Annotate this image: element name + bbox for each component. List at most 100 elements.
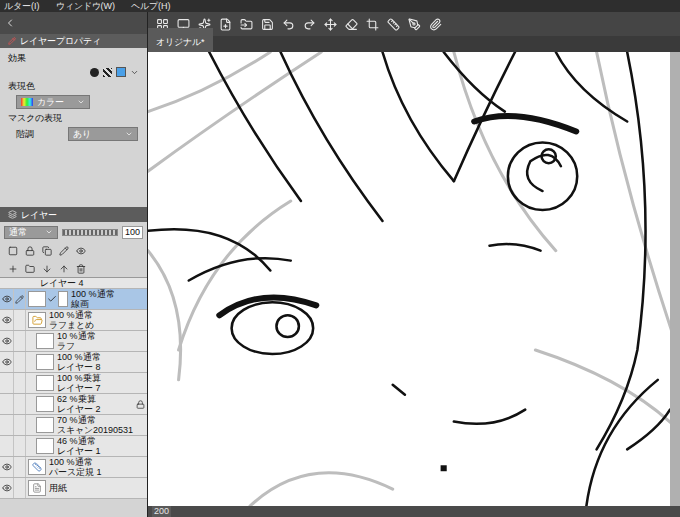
visibility-toggle[interactable]: [0, 373, 14, 393]
layer-toolbar: [0, 260, 147, 278]
visibility-toggle[interactable]: [0, 415, 14, 435]
status-bar: 200: [148, 506, 680, 517]
eye-icon: [2, 294, 12, 304]
check-icon: [47, 294, 57, 304]
visibility-toggle[interactable]: [0, 457, 14, 477]
layer-row[interactable]: 100 %通常ラフまとめ: [0, 310, 147, 331]
layer-thumbnail: [28, 459, 46, 475]
layer-name: 用紙: [49, 483, 67, 493]
layer-row[interactable]: 10 %通常ラフ: [0, 331, 147, 352]
blend-mode-dropdown[interactable]: 通常: [4, 226, 58, 239]
layer-list: レイヤー 4100 %通常線画100 %通常ラフまとめ10 %通常ラフ100 %…: [0, 278, 147, 517]
edit-column: [14, 457, 26, 477]
visibility-toggle[interactable]: [0, 289, 14, 309]
layer-thumbnail: [36, 333, 54, 349]
visibility-toggle[interactable]: [0, 331, 14, 351]
effect-color-icon[interactable]: [116, 67, 126, 77]
merge-down-icon[interactable]: [42, 264, 52, 274]
crop-icon[interactable]: [366, 18, 379, 31]
visibility-toggle[interactable]: [0, 436, 14, 456]
layer-toolbar: [0, 242, 147, 260]
opacity-slider[interactable]: [62, 229, 118, 236]
layer-row[interactable]: レイヤー 4: [0, 278, 147, 289]
gradation-label: 階調: [16, 128, 60, 140]
save-icon[interactable]: [261, 18, 274, 31]
dropdown-icon[interactable]: [130, 68, 139, 77]
lock-icon[interactable]: [25, 246, 35, 256]
paper-icon: [32, 483, 42, 493]
visibility-toggle[interactable]: [0, 352, 14, 372]
clip-icon[interactable]: [8, 246, 18, 256]
layer-mode: 100 %乗算: [57, 373, 101, 383]
gradation-dropdown[interactable]: あり: [68, 127, 138, 141]
dropdown-icon: [77, 98, 85, 106]
layer-row[interactable]: 70 %通常スキャン20190531: [0, 415, 147, 436]
layer-row[interactable]: 62 %乗算レイヤー 2: [0, 394, 147, 415]
menu-item[interactable]: ウィンドウ(W): [56, 0, 116, 12]
layer-thumbnail: [28, 480, 46, 496]
move-up-icon[interactable]: [59, 264, 69, 274]
line-art-drawing: [148, 52, 670, 506]
ruler-icon[interactable]: [387, 18, 400, 31]
reference-icon[interactable]: [42, 246, 52, 256]
menu-item[interactable]: ヘルプ(H): [131, 0, 171, 12]
clear-icon[interactable]: [345, 18, 358, 31]
open-file-icon[interactable]: [240, 18, 253, 31]
layer-row[interactable]: 46 %通常レイヤー 1: [0, 436, 147, 457]
layer-name: ラフまとめ: [49, 320, 94, 330]
eye-icon: [2, 336, 12, 346]
layer-thumbnail: [36, 417, 54, 433]
edit-column: [14, 394, 26, 414]
layer-name: レイヤー 2: [57, 404, 101, 414]
layer-row[interactable]: 100 %通常レイヤー 8: [0, 352, 147, 373]
layer-row[interactable]: 100 %乗算レイヤー 7: [0, 373, 147, 394]
layer-row[interactable]: 100 %通常線画: [0, 289, 147, 310]
canvas[interactable]: [148, 52, 670, 506]
pen-icon[interactable]: [408, 18, 421, 31]
folder-icon: [32, 315, 43, 326]
panel-tab[interactable]: レイヤー: [0, 207, 147, 222]
pen-icon: [15, 295, 24, 304]
document-tab[interactable]: オリジナル*: [148, 28, 213, 52]
visibility-toggle[interactable]: [0, 478, 14, 498]
menu-item[interactable]: ルター(I): [4, 0, 40, 12]
color-dropdown[interactable]: カラー: [16, 95, 90, 109]
layer-thumbnail: [36, 396, 54, 412]
eye-icon: [2, 315, 12, 325]
draft-icon[interactable]: [59, 246, 69, 256]
layer-mode: 10 %通常: [57, 331, 96, 341]
layer-thumbnail: [36, 438, 54, 454]
new-layer-icon[interactable]: [8, 264, 18, 274]
vertical-scrollbar[interactable]: [670, 52, 680, 506]
trash-icon[interactable]: [76, 264, 86, 274]
app-window: ルター(I)ウィンドウ(W)ヘルプ(H)レイヤープロパティ効果表現色カラーマスク…: [0, 0, 680, 517]
layer-mode: 100 %通常: [57, 352, 101, 362]
layer-thumbnail: [36, 354, 54, 370]
effect-circle-icon[interactable]: [90, 68, 99, 77]
layer-mode: 100 %通常: [49, 457, 102, 467]
ruler-icon: [32, 462, 42, 472]
layer-name: スキャン20190531: [57, 425, 133, 435]
transform-icon[interactable]: [324, 18, 337, 31]
panel-tab[interactable]: レイヤープロパティ: [0, 34, 147, 48]
layer-row[interactable]: 100 %通常パース定規 1: [0, 457, 147, 478]
mask-icon[interactable]: [76, 246, 86, 256]
edit-column: [14, 436, 26, 456]
zoom-value[interactable]: 200: [152, 506, 171, 517]
redo-icon[interactable]: [303, 18, 316, 31]
new-file-icon[interactable]: [219, 18, 232, 31]
effect-tone-icon[interactable]: [103, 68, 112, 77]
undo-icon[interactable]: [282, 18, 295, 31]
layer-row[interactable]: 用紙: [0, 478, 147, 499]
visibility-toggle[interactable]: [0, 310, 14, 330]
opacity-value[interactable]: 100: [122, 226, 143, 239]
new-folder-icon[interactable]: [25, 264, 35, 274]
clip-icon[interactable]: [429, 18, 442, 31]
collapse-icon[interactable]: [4, 17, 16, 29]
edit-column: [14, 373, 26, 393]
layer-thumbnail: [36, 375, 54, 391]
property-icon: [8, 37, 16, 45]
color-label: 表現色: [8, 80, 139, 92]
dropdown-icon: [125, 130, 133, 138]
visibility-toggle[interactable]: [0, 394, 14, 414]
